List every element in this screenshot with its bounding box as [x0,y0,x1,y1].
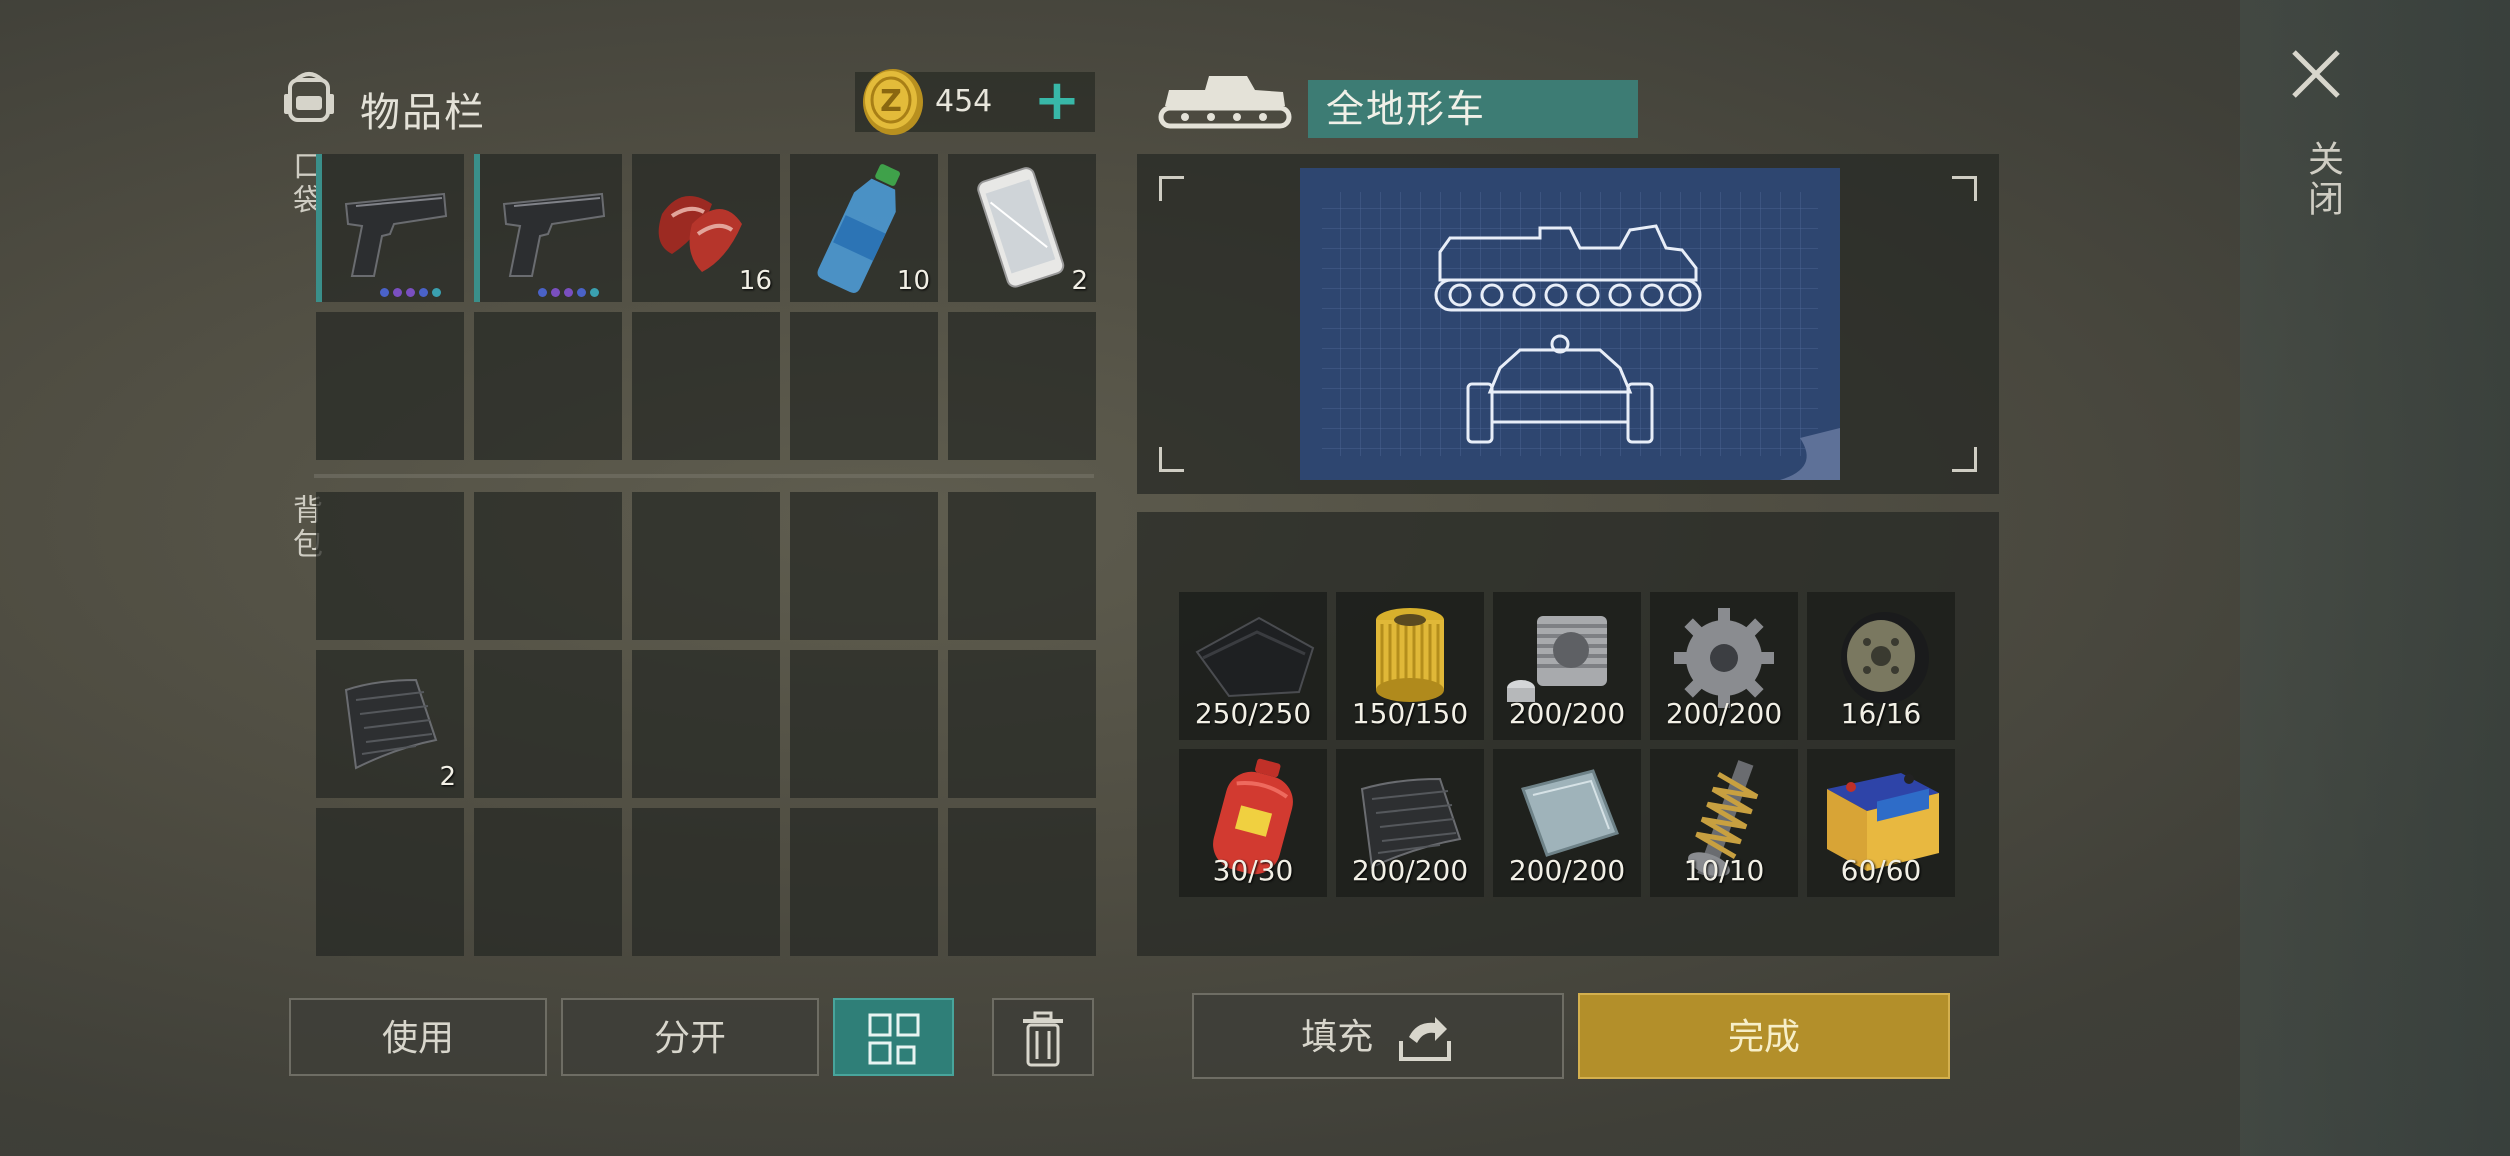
corner-mark [1159,176,1184,201]
attachment-dots [538,282,603,297]
backpack-slot-9[interactable] [790,650,938,798]
right-side-panel [2240,0,2510,1156]
backpack-slot-14[interactable] [790,808,938,956]
done-button[interactable]: 完成 [1578,993,1950,1079]
requirement-count: 200/200 [1665,697,1783,730]
backpack-slot-5[interactable] [948,492,1096,640]
pistol-icon [502,192,606,277]
section-divider [314,474,1094,478]
corner-mark [1159,447,1184,472]
trash-icon [1023,1011,1063,1067]
requirement-slot-fabric[interactable]: 250/250 [1179,592,1327,740]
pocket-slot-2[interactable] [474,154,622,302]
requirement-slot-oil-filter[interactable]: 150/150 [1336,592,1484,740]
coin-count: 454 [935,84,993,119]
attachment-dots [380,282,445,297]
vehicle-icon [1158,76,1292,129]
pocket-slot-4[interactable]: 10 [790,154,938,302]
backpack-slot-3[interactable] [632,492,780,640]
item-count: 2 [439,762,456,792]
backpack-slot-6[interactable]: 2 [316,650,464,798]
coin-icon: Z [863,69,923,135]
split-button[interactable]: 分开 [561,998,819,1076]
use-button[interactable]: 使用 [289,998,547,1076]
requirement-count: 16/16 [1840,697,1922,730]
grid-layout-icon [868,1013,919,1065]
backpack-slot-15[interactable] [948,808,1096,956]
backpack-slot-11[interactable] [316,808,464,956]
close-icon[interactable] [2288,46,2344,102]
requirement-count: 30/30 [1212,854,1294,887]
pocket-slot-1[interactable] [316,154,464,302]
requirement-slot-car-battery[interactable]: 60/60 [1807,749,1955,897]
inventory-title: 物品栏 [360,90,486,136]
item-count: 10 [896,266,930,296]
corner-mark [1952,447,1977,472]
fill-button-label: 填充 [1301,1017,1374,1058]
requirement-slot-engine-cylinder[interactable]: 200/200 [1493,592,1641,740]
backpack-slot-10[interactable] [948,650,1096,798]
pocket-slot-5[interactable]: 2 [948,154,1096,302]
fill-arrow-icon [1398,1017,1451,1061]
backpack-icon [284,72,334,122]
requirement-slot-gear[interactable]: 200/200 [1650,592,1798,740]
vehicle-name: 全地形车 [1308,80,1638,138]
item-count: 2 [1071,266,1088,296]
add-coins-button[interactable]: + [1030,73,1084,129]
requirement-count: 150/150 [1351,697,1469,730]
corner-mark [1952,176,1977,201]
requirement-count: 200/200 [1351,854,1469,887]
delete-button[interactable] [992,998,1094,1076]
backpack-slot-1[interactable] [316,492,464,640]
blueprint-image [1300,168,1840,480]
close-label[interactable]: 关闭 [2296,140,2348,220]
backpack-slot-8[interactable] [632,650,780,798]
item-count: 16 [738,266,772,296]
pocket-slot-7[interactable] [474,312,622,460]
requirement-slot-wheel-rim[interactable]: 16/16 [1807,592,1955,740]
pocket-slot-9[interactable] [790,312,938,460]
pocket-slot-6[interactable] [316,312,464,460]
backpack-slot-2[interactable] [474,492,622,640]
backpack-slot-13[interactable] [632,808,780,956]
fill-button[interactable]: 填充 [1192,993,1564,1079]
pocket-slot-8[interactable] [632,312,780,460]
backpack-slot-12[interactable] [474,808,622,956]
pistol-icon [344,192,448,277]
requirement-slot-spring-shock[interactable]: 10/10 [1650,749,1798,897]
requirement-slot-gas-canister[interactable]: 30/30 [1179,749,1327,897]
sort-layout-button[interactable] [833,998,954,1076]
backpack-slot-7[interactable] [474,650,622,798]
requirement-count: 10/10 [1683,854,1765,887]
pocket-slot-10[interactable] [948,312,1096,460]
requirement-slot-rubber-sheet[interactable]: 200/200 [1336,749,1484,897]
requirement-count: 250/250 [1194,697,1312,730]
requirement-count: 200/200 [1508,697,1626,730]
requirement-slot-metal-plate[interactable]: 200/200 [1493,749,1641,897]
backpack-slot-4[interactable] [790,492,938,640]
pocket-slot-3[interactable]: 16 [632,154,780,302]
svg-text:Z: Z [880,84,902,119]
requirement-count: 60/60 [1840,854,1922,887]
requirement-count: 200/200 [1508,854,1626,887]
